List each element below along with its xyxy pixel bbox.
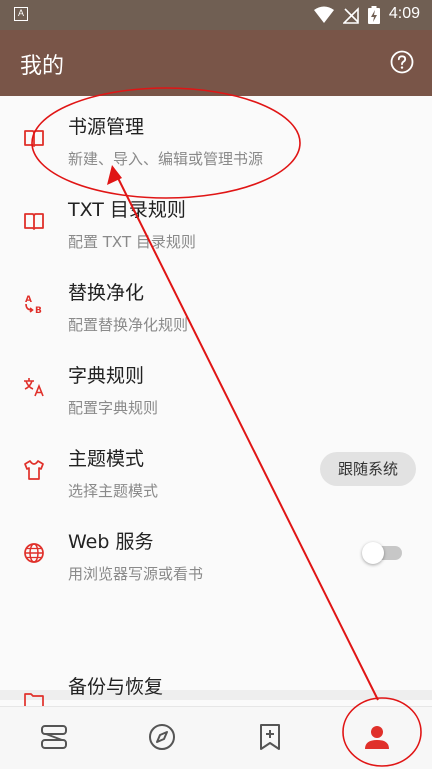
theme-mode-chip[interactable]: 跟随系统	[320, 452, 416, 486]
item-subtitle: 配置 TXT 目录规则	[68, 233, 196, 251]
item-subtitle: 用浏览器写源或看书	[68, 565, 204, 583]
switch-thumb	[362, 542, 384, 564]
book-open-icon	[24, 213, 44, 230]
tshirt-icon	[24, 460, 44, 480]
item-title: 书源管理	[68, 116, 145, 138]
item-title: Web 服务	[68, 531, 154, 553]
item-title: 替换净化	[68, 282, 145, 304]
app-bar: 我的	[0, 30, 432, 96]
item-subtitle: 选择主题模式	[68, 482, 159, 500]
bookshelf-icon[interactable]	[38, 721, 70, 753]
page-title: 我的	[20, 54, 65, 79]
globe-icon	[24, 543, 44, 563]
item-subtitle: 配置替换净化规则	[68, 316, 189, 334]
find-replace-icon: A B	[25, 295, 42, 316]
list-item-replace-rules[interactable]: A B 替换净化 配置替换净化规则	[0, 262, 432, 345]
web-service-switch[interactable]	[362, 542, 402, 564]
battery-icon	[368, 6, 380, 24]
translate-icon	[24, 378, 44, 397]
settings-list: 书源管理 新建、导入、编辑或管理书源 TXT 目录规则 配置 TXT 目录规则 …	[0, 96, 432, 746]
clock: 4:09	[388, 5, 420, 22]
notification-icon: A	[14, 7, 28, 21]
compass-icon[interactable]	[146, 721, 178, 753]
bottom-navigation	[0, 706, 432, 769]
help-icon[interactable]	[390, 50, 414, 74]
list-item-theme-mode[interactable]: 主题模式 选择主题模式 跟随系统	[0, 428, 432, 511]
svg-text:B: B	[35, 306, 42, 316]
status-bar: A 4:09	[0, 0, 432, 30]
item-subtitle: 配置字典规则	[68, 399, 159, 417]
list-item-book-source[interactable]: 书源管理 新建、导入、编辑或管理书源	[0, 96, 432, 179]
item-title: TXT 目录规则	[68, 199, 186, 221]
item-title: 字典规则	[68, 365, 145, 387]
list-item-txt-toc-rules[interactable]: TXT 目录规则 配置 TXT 目录规则	[0, 179, 432, 262]
item-title: 主题模式	[68, 448, 145, 470]
wifi-icon	[314, 6, 334, 23]
book-open-icon	[24, 130, 44, 147]
item-subtitle: 新建、导入、编辑或管理书源	[68, 150, 264, 168]
bookmark-add-icon[interactable]	[254, 721, 286, 753]
list-item-web-service[interactable]: Web 服务 用浏览器写源或看书	[0, 511, 432, 594]
list-item-dictionary-rules[interactable]: 字典规则 配置字典规则	[0, 345, 432, 428]
person-icon[interactable]	[361, 721, 393, 753]
signal-icon	[343, 7, 359, 24]
svg-text:A: A	[25, 295, 32, 305]
item-title: 备份与恢复	[68, 676, 164, 698]
